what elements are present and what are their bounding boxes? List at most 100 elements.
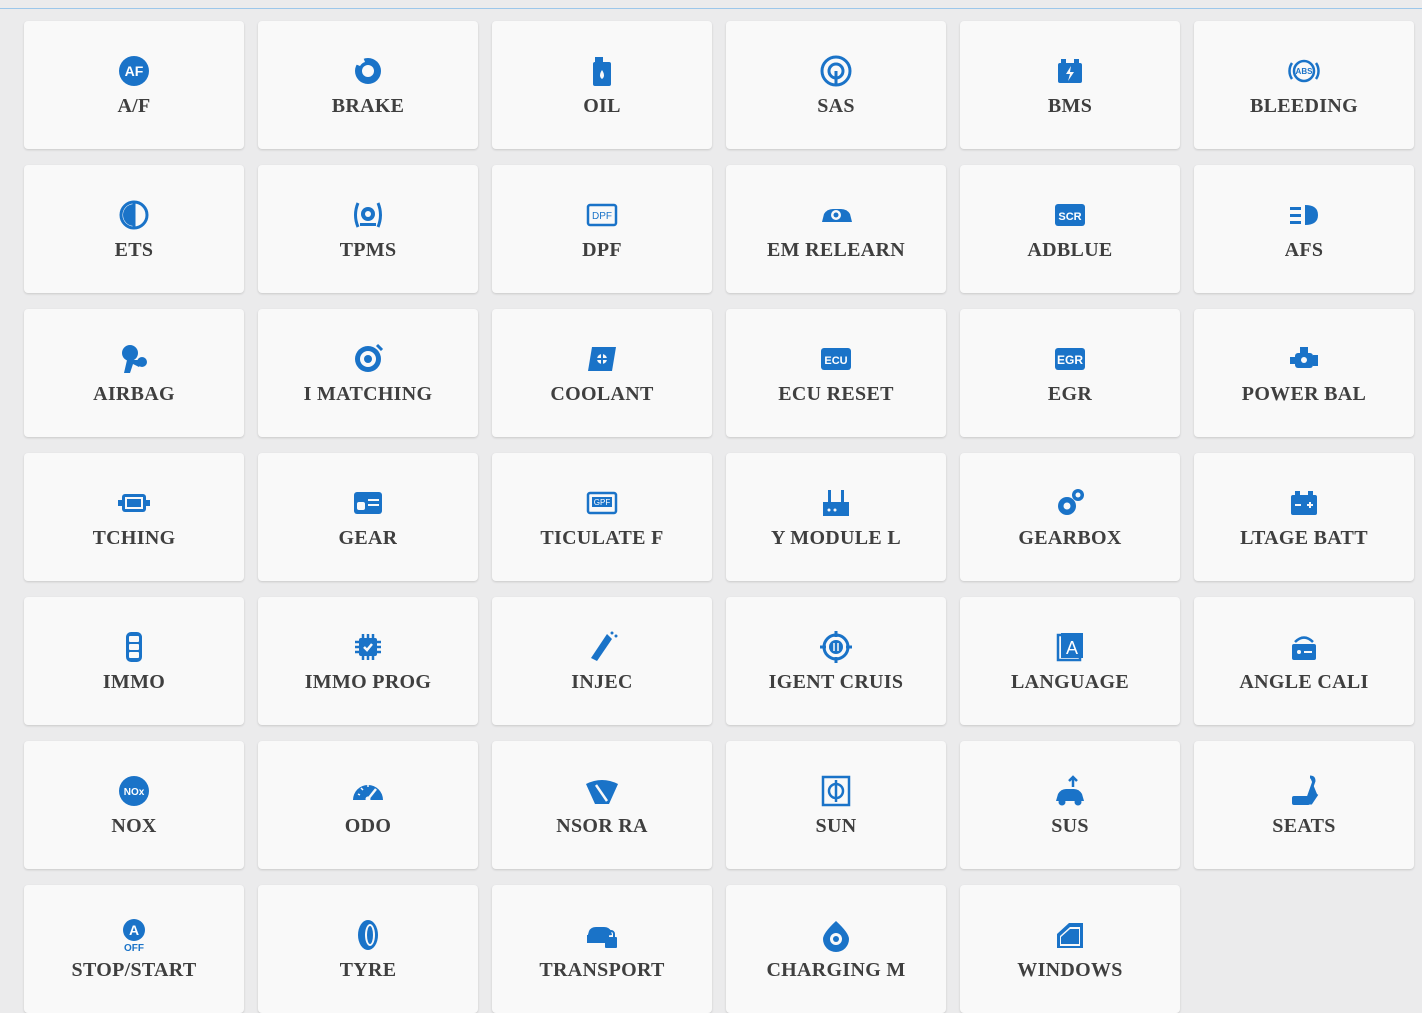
ecu-icon: ECU [819,342,853,376]
top-divider [0,8,1422,9]
function-tile-em-relearn[interactable]: EM RELEARN [726,165,946,293]
odometer-icon [351,774,385,808]
function-tile-charging-m[interactable]: CHARGING M [726,885,946,1013]
function-tile-label: POWER BAL [1241,383,1367,405]
gateway-module-icon [819,486,853,520]
function-tile-nox[interactable]: NOx NOX [24,741,244,869]
airbag-icon [117,342,151,376]
function-tile-tpms[interactable]: TPMS [258,165,478,293]
engine-icon [1287,342,1321,376]
coolant-icon [585,342,619,376]
function-tile-label: Y MODULE L [770,527,902,549]
function-tile-label: COOLANT [550,383,654,405]
function-tile-ltage-batt[interactable]: LTAGE BATT [1194,453,1414,581]
function-tile-sun[interactable]: SUN [726,741,946,869]
function-tile-power-bal[interactable]: POWER BAL [1194,309,1414,437]
function-tile-ecu-reset[interactable]: ECU ECU RESET [726,309,946,437]
brake-icon [351,54,385,88]
function-tile-injec[interactable]: INJEC [492,597,712,725]
function-tile-label: GEARBOX [1018,527,1122,549]
svg-text:NOx: NOx [124,787,145,798]
function-tile-label: DPF [582,239,622,261]
function-tile-label: LANGUAGE [1011,671,1129,693]
function-tile-tyre[interactable]: TYRE [258,885,478,1013]
function-tile-ets[interactable]: ETS [24,165,244,293]
injector-icon [585,630,619,664]
function-tile-language[interactable]: A LANGUAGE [960,597,1180,725]
svg-text:ABS: ABS [1296,67,1314,76]
egr-icon: EGR [1053,342,1087,376]
function-tile-stop-start[interactable]: A OFF STOP/START [24,885,244,1013]
function-tile-sus[interactable]: SUS [960,741,1180,869]
immo-chip-icon [351,630,385,664]
throttle-icon [117,198,151,232]
function-tile-label: CHARGING M [766,959,906,981]
gearbox-icon [1053,486,1087,520]
function-tile-label: WINDOWS [1017,959,1123,981]
function-tile-label: IGENT CRUIS [768,671,904,693]
function-tile-dpf[interactable]: DPF DPF [492,165,712,293]
function-tile-adblue[interactable]: SCR ADBLUE [960,165,1180,293]
suspension-icon [1053,774,1087,808]
headlight-icon [1287,198,1321,232]
af-icon: AF [117,54,151,88]
function-tile-label: I MATCHING [303,383,433,405]
function-tile-label: TPMS [339,239,397,261]
function-tile-odo[interactable]: ODO [258,741,478,869]
function-tile-label: EM RELEARN [766,239,905,261]
function-tile-brake[interactable]: BRAKE [258,21,478,149]
svg-text:GPF: GPF [594,498,611,507]
function-tile-label: IMMO PROG [304,671,432,693]
sunroof-icon [819,774,853,808]
function-tile-gearbox[interactable]: GEARBOX [960,453,1180,581]
function-tile-label: SUN [815,815,857,837]
function-tile-bms[interactable]: BMS [960,21,1180,149]
function-tile-label: BLEEDING [1250,95,1358,117]
svg-text:A: A [1066,638,1078,658]
function-tile-label: NOX [111,815,157,837]
gear-learn-icon [351,486,385,520]
function-tile-label: ECU RESET [778,383,894,405]
function-tile-immo-prog[interactable]: IMMO PROG [258,597,478,725]
function-tile-coolant[interactable]: COOLANT [492,309,712,437]
function-tile-igent-cruis[interactable]: IGENT CRUIS [726,597,946,725]
transport-mode-icon [585,918,619,952]
function-tile-oil[interactable]: OIL [492,21,712,149]
function-tile-label: GEAR [338,527,398,549]
oil-icon [585,54,619,88]
function-tile-windows[interactable]: WINDOWS [960,885,1180,1013]
function-tile-airbag[interactable]: AIRBAG [24,309,244,437]
high-voltage-battery-icon [1287,486,1321,520]
car-relearn-icon [819,198,853,232]
svg-text:AF: AF [125,63,144,79]
function-tile-seats[interactable]: SEATS [1194,741,1414,869]
module-icon [117,486,151,520]
abs-icon: ABS [1287,54,1321,88]
function-tile-immo[interactable]: IMMO [24,597,244,725]
function-tile-egr[interactable]: EGR EGR [960,309,1180,437]
angle-calibration-icon [1287,630,1321,664]
function-tile-bleeding[interactable]: ABS BLEEDING [1194,21,1414,149]
function-tile-label: SEATS [1272,815,1336,837]
function-tile-afs[interactable]: AFS [1194,165,1414,293]
car-key-icon [117,630,151,664]
function-tile-angle-cali[interactable]: ANGLE CALI [1194,597,1414,725]
function-tile-label: ODO [344,815,392,837]
function-tile-a-f[interactable]: AF A/F [24,21,244,149]
function-tile-label: TRANSPORT [539,959,665,981]
function-tile-transport[interactable]: TRANSPORT [492,885,712,1013]
function-tile-y-module-l[interactable]: Y MODULE L [726,453,946,581]
function-tile-label: TCHING [92,527,176,549]
function-tile-nsor-ra[interactable]: NSOR RA [492,741,712,869]
function-tile-label: OIL [583,95,621,117]
function-tile-sas[interactable]: SAS [726,21,946,149]
function-tile-label: SUS [1051,815,1089,837]
function-tile-tching[interactable]: TCHING [24,453,244,581]
function-tile-ticulate-f[interactable]: GPF TICULATE F [492,453,712,581]
battery-icon [1053,54,1087,88]
function-tile-label: EGR [1047,383,1093,405]
function-tile-label: ETS [114,239,154,261]
function-tile-i-matching[interactable]: I MATCHING [258,309,478,437]
function-tile-gear[interactable]: GEAR [258,453,478,581]
auto-stop-off-icon: A OFF [117,918,151,952]
